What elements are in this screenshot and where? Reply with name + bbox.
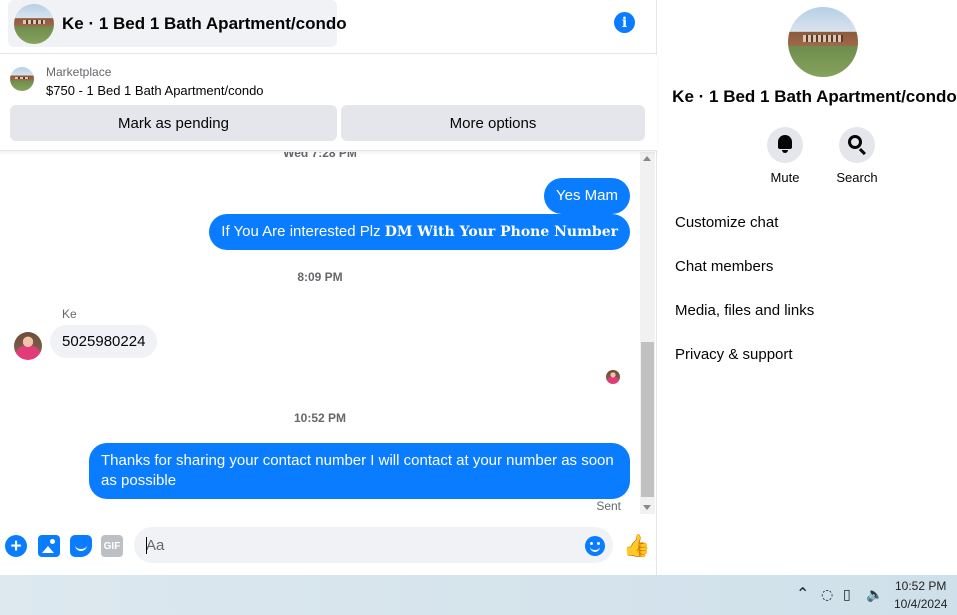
search-button[interactable]: Search [827, 127, 887, 185]
message-scrollbar[interactable] [640, 152, 655, 514]
bell-icon [778, 135, 792, 153]
chat-header: Ke · 1 Bed 1 Bath Apartment/condo i [0, 0, 657, 54]
windows-taskbar: ⌃ ◌ ▯ 🔈 10:52 PM 10/4/2024 [0, 575, 957, 615]
message-composer: + GIF 👍 [0, 520, 657, 572]
search-icon [848, 135, 862, 149]
more-options-button[interactable]: More options [341, 105, 645, 141]
listing-thumbnail[interactable] [10, 67, 34, 91]
privacy-support-item[interactable]: Privacy & support [675, 346, 793, 363]
wifi-icon[interactable]: ◌ [821, 587, 833, 603]
chevron-up-icon[interactable]: ⌃ [796, 584, 809, 603]
scroll-up-arrow[interactable] [643, 156, 651, 161]
conversation-avatar [14, 3, 54, 44]
mute-round-button[interactable] [767, 127, 803, 163]
battery-icon[interactable]: ▯ [843, 587, 851, 603]
emoji-icon[interactable] [585, 536, 605, 556]
thumbs-up-icon[interactable]: 👍 [623, 533, 650, 559]
read-receipt-avatar [606, 370, 620, 384]
messenger-app: Ke · 1 Bed 1 Bath Apartment/condo i Mark… [0, 0, 957, 615]
clock-time[interactable]: 10:52 PM [895, 579, 946, 593]
scroll-thumb[interactable] [641, 342, 654, 497]
message-input[interactable] [134, 527, 613, 563]
conversation-title-button[interactable]: Ke · 1 Bed 1 Bath Apartment/condo [8, 0, 347, 47]
marketplace-banner: Marketplace $750 - 1 Bed 1 Bath Apartmen… [0, 55, 657, 151]
message-text: If You Are interested Plz [221, 223, 385, 240]
customize-chat-item[interactable]: Customize chat [675, 214, 778, 231]
message-bubble-outgoing[interactable]: If You Are interested Plz DM With Your P… [209, 214, 630, 250]
listing-title[interactable]: $750 - 1 Bed 1 Bath Apartment/condo [46, 83, 264, 98]
timestamp: 10:52 PM [293, 411, 347, 425]
sender-name: Ke [62, 307, 77, 321]
chat-members-item[interactable]: Chat members [675, 258, 773, 275]
mute-label: Mute [770, 170, 800, 185]
message-bubble-outgoing[interactable]: Yes Mam [544, 178, 630, 214]
conversation-details-pane: Ke · 1 Bed 1 Bath Apartment/condo Mute S… [658, 0, 957, 575]
chat-pane: Ke · 1 Bed 1 Bath Apartment/condo i Mark… [0, 0, 657, 575]
timestamp: Wed 7:28 PM [283, 152, 357, 160]
scroll-down-arrow[interactable] [643, 505, 651, 510]
message-list[interactable]: Wed 7:28 PM Yes Mam If You Are intereste… [0, 152, 640, 514]
mark-as-pending-button[interactable]: Mark as pending [10, 105, 337, 141]
timestamp: 8:09 PM [297, 270, 343, 284]
photo-icon[interactable] [38, 535, 60, 557]
info-icon[interactable]: i [614, 12, 635, 33]
marketplace-label: Marketplace [46, 65, 112, 79]
message-bubble-outgoing[interactable]: Thanks for sharing your contact number I… [89, 443, 630, 499]
details-title: Ke · 1 Bed 1 Bath Apartment/condo [672, 87, 957, 106]
text-cursor [146, 537, 147, 554]
clock-date[interactable]: 10/4/2024 [894, 597, 947, 611]
sender-avatar[interactable] [14, 332, 42, 360]
details-avatar [788, 7, 858, 77]
message-bubble-incoming[interactable]: 5025980224 [50, 325, 158, 358]
sticker-icon[interactable] [70, 535, 92, 557]
message-status: Sent [596, 499, 621, 513]
mute-button[interactable]: Mute [755, 127, 815, 185]
conversation-title: Ke · 1 Bed 1 Bath Apartment/condo [62, 13, 347, 33]
media-files-links-item[interactable]: Media, files and links [675, 302, 814, 319]
message-text-bold: DM With Your Phone Number [384, 224, 618, 240]
gif-icon[interactable]: GIF [101, 535, 123, 557]
search-round-button[interactable] [839, 127, 875, 163]
volume-icon[interactable]: 🔈 [866, 587, 883, 603]
search-label: Search [836, 170, 878, 185]
plus-icon[interactable]: + [5, 535, 27, 557]
